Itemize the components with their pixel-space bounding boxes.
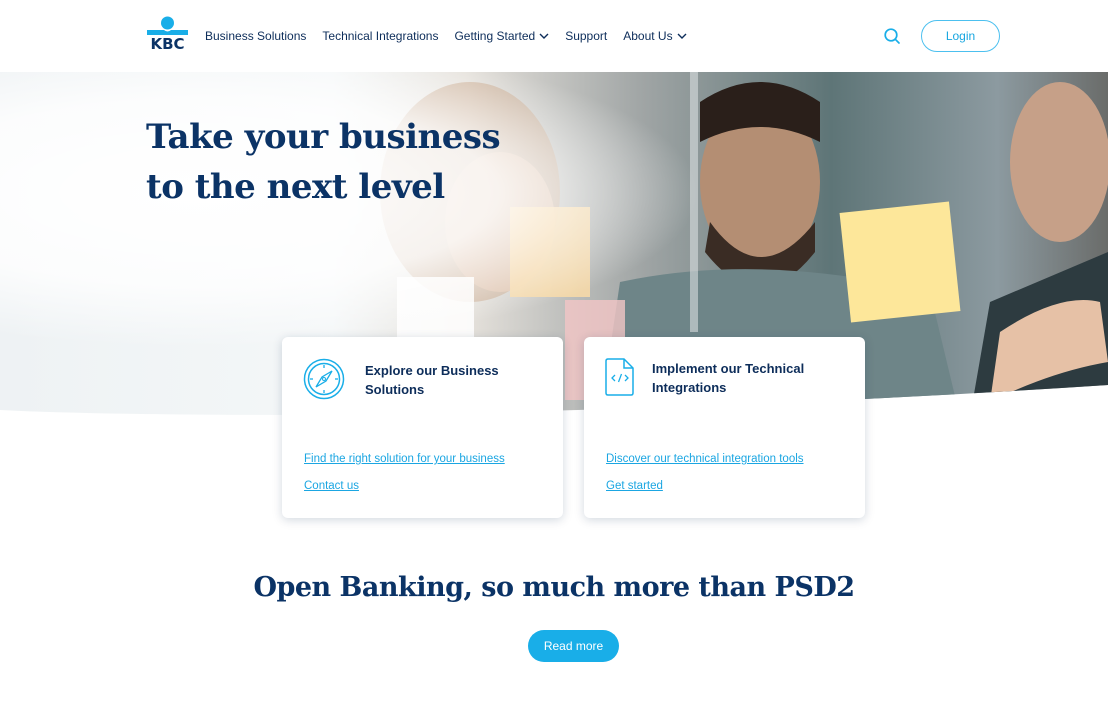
search-icon[interactable] [883,27,901,45]
code-file-icon [605,358,634,396]
hero-title-line1: Take your business [146,117,501,157]
find-solution-link[interactable]: Find the right solution for your busines… [304,453,505,465]
nav-about-us[interactable]: About Us [623,29,687,43]
nav-label: About Us [623,29,673,43]
read-more-button[interactable]: Read more [528,630,619,662]
nav-label: Business Solutions [205,29,307,43]
login-button[interactable]: Login [921,20,1000,52]
hero-title-line2: to the next level [146,167,445,207]
nav-support[interactable]: Support [565,29,607,43]
chevron-down-icon [539,33,549,39]
card-title: Implement our Technical Integrations [652,361,805,395]
card-title: Explore our Business Solutions [365,363,499,397]
nav-label: Support [565,29,608,43]
compass-icon [303,358,345,400]
site-header: KBC Business Solutions Technical Integra… [0,0,1108,72]
open-banking-heading: Open Banking, so much more than PSD2 [253,572,855,603]
get-started-link[interactable]: Get started [606,480,663,492]
nav-label: Technical Integrations [322,29,439,43]
hero-title: Take your business to the next level [146,112,501,212]
nav-technical-integrations[interactable]: Technical Integrations [322,29,438,43]
logo-text: KBC [150,35,184,50]
nav-getting-started[interactable]: Getting Started [454,29,549,43]
contact-us-link[interactable]: Contact us [304,480,359,492]
nav-label: Getting Started [454,29,536,43]
nav-business-solutions[interactable]: Business Solutions [205,29,306,43]
technical-integrations-card: Implement our Technical Integrations Dis… [584,337,865,518]
chevron-down-icon [677,33,687,39]
business-solutions-card: Explore our Business Solutions Find the … [282,337,563,518]
main-nav: Business Solutions Technical Integration… [205,0,687,72]
discover-tools-link[interactable]: Discover our technical integration tools [606,453,804,465]
kbc-logo[interactable]: KBC [146,16,189,50]
